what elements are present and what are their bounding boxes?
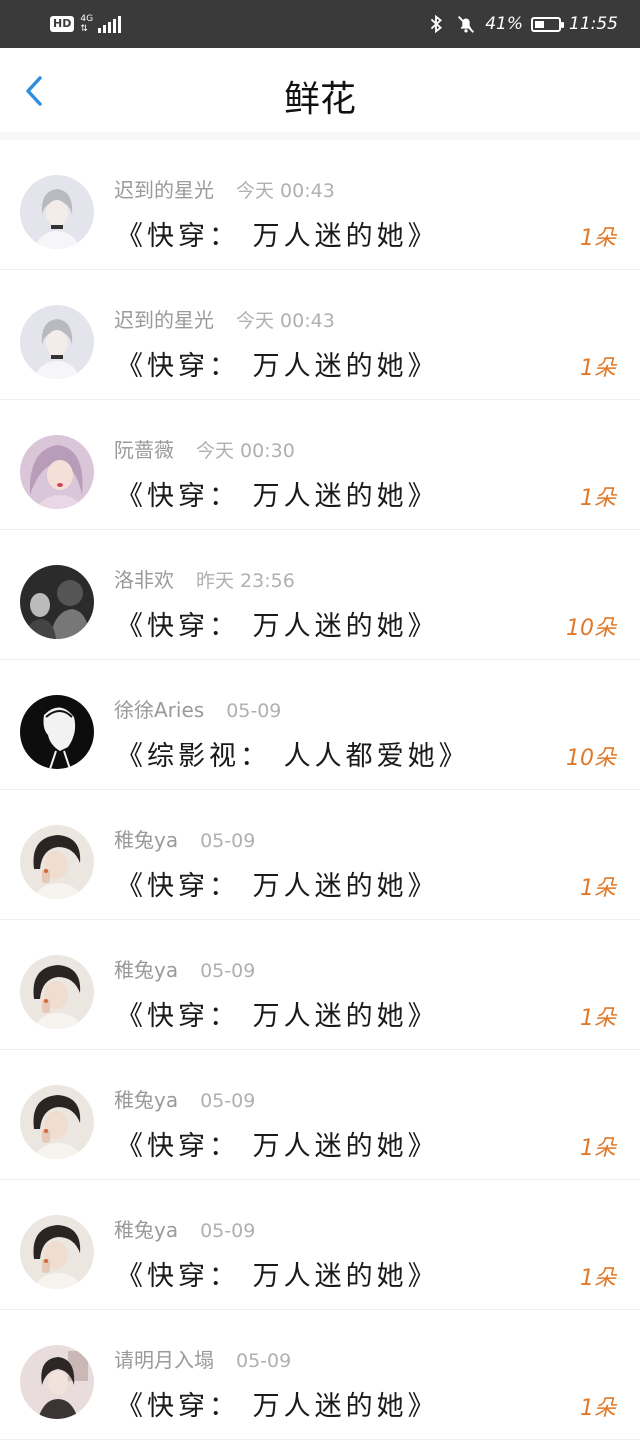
- bluetooth-icon: [431, 14, 443, 34]
- flower-list-item-4[interactable]: 洛非欢 昨天 23:56 《快穿： 万人迷的她》 10朵: [0, 530, 640, 660]
- send-time: 05-09: [200, 1220, 256, 1242]
- flower-count: 10朵: [566, 616, 616, 641]
- bell-muted-icon: [458, 16, 475, 33]
- book-title[interactable]: 《快穿： 万人迷的她》: [116, 864, 439, 903]
- flower-list-item-2[interactable]: 迟到的星光 今天 00:43 《快穿： 万人迷的她》 1朵: [0, 270, 640, 400]
- book-title[interactable]: 《快穿： 万人迷的她》: [116, 474, 439, 513]
- avatar[interactable]: [20, 1085, 94, 1159]
- send-time: 05-09: [200, 1090, 256, 1112]
- avatar-girl-photo: [20, 1215, 94, 1289]
- flower-count: 1朵: [580, 1136, 616, 1161]
- item-meta: 稚兔ya 05-09: [114, 1214, 255, 1243]
- book-title[interactable]: 《快穿： 万人迷的她》: [116, 1124, 439, 1163]
- nav-header: 鲜花: [0, 48, 640, 132]
- avatar-boy-1: [20, 305, 94, 379]
- flower-list-item-6[interactable]: 稚兔ya 05-09 《快穿： 万人迷的她》 1朵: [0, 790, 640, 920]
- user-name[interactable]: 稚兔ya: [114, 828, 178, 852]
- clock: 11:55: [569, 14, 618, 34]
- book-title[interactable]: 《快穿： 万人迷的她》: [116, 1384, 439, 1423]
- item-meta: 请明月入塌 05-09: [114, 1344, 291, 1373]
- battery-icon: [531, 16, 564, 32]
- flower-count: 1朵: [580, 356, 616, 381]
- flower-count: 1朵: [580, 226, 616, 251]
- item-meta: 洛非欢 昨天 23:56: [114, 564, 295, 593]
- item-meta: 阮蔷薇 今天 00:30: [114, 434, 295, 463]
- battery-fill: [535, 20, 544, 28]
- flower-count: 1朵: [580, 1396, 616, 1421]
- book-title[interactable]: 《快穿： 万人迷的她》: [116, 344, 439, 383]
- flower-count: 10朵: [566, 746, 616, 771]
- network-indicator: 4G ⇅: [80, 14, 94, 34]
- avatar[interactable]: [20, 305, 94, 379]
- flower-list-item-10[interactable]: 请明月入塌 05-09 《快穿： 万人迷的她》 1朵: [0, 1310, 640, 1440]
- user-name[interactable]: 迟到的星光: [114, 178, 214, 202]
- avatar-black-sketch: [20, 695, 94, 769]
- flower-list-item-9[interactable]: 稚兔ya 05-09 《快穿： 万人迷的她》 1朵: [0, 1180, 640, 1310]
- avatar[interactable]: [20, 825, 94, 899]
- page-title: 鲜花: [283, 79, 356, 120]
- user-name[interactable]: 迟到的星光: [114, 308, 214, 332]
- flower-list-item-3[interactable]: 阮蔷薇 今天 00:30 《快穿： 万人迷的她》 1朵: [0, 400, 640, 530]
- avatar-boy-1: [20, 175, 94, 249]
- send-time: 05-09: [200, 830, 256, 852]
- list-top-spacer: [0, 132, 640, 140]
- send-time: 05-09: [236, 1350, 292, 1372]
- flower-list-item-1[interactable]: 迟到的星光 今天 00:43 《快穿： 万人迷的她》 1朵: [0, 140, 640, 270]
- item-meta: 稚兔ya 05-09: [114, 824, 255, 853]
- user-name[interactable]: 洛非欢: [114, 568, 174, 592]
- network-type: 4G: [80, 14, 94, 24]
- send-time: 05-09: [226, 700, 282, 722]
- send-time: 今天 00:43: [236, 310, 335, 332]
- flower-count: 1朵: [580, 1266, 616, 1291]
- avatar[interactable]: [20, 175, 94, 249]
- send-time: 05-09: [200, 960, 256, 982]
- user-name[interactable]: 稚兔ya: [114, 1218, 178, 1242]
- avatar[interactable]: [20, 955, 94, 1029]
- avatar[interactable]: [20, 1345, 94, 1419]
- status-bar: HD 4G ⇅ 41% 11:55: [0, 0, 640, 48]
- avatar-girl-room: [20, 1345, 94, 1419]
- avatar-girl-photo: [20, 955, 94, 1029]
- flower-list-item-8[interactable]: 稚兔ya 05-09 《快穿： 万人迷的她》 1朵: [0, 1050, 640, 1180]
- avatar[interactable]: [20, 1215, 94, 1289]
- item-meta: 稚兔ya 05-09: [114, 954, 255, 983]
- send-time: 今天 00:43: [236, 180, 335, 202]
- user-name[interactable]: 请明月入塌: [114, 1348, 214, 1372]
- avatar-dark-photo: [20, 565, 94, 639]
- item-meta: 迟到的星光 今天 00:43: [114, 304, 335, 333]
- avatar[interactable]: [20, 435, 94, 509]
- book-title[interactable]: 《快穿： 万人迷的她》: [116, 214, 439, 253]
- data-arrows-icon: ⇅: [80, 24, 88, 34]
- item-meta: 徐徐Aries 05-09: [114, 694, 281, 723]
- flower-list: 迟到的星光 今天 00:43 《快穿： 万人迷的她》 1朵 迟到的星光 今天 00:…: [0, 132, 640, 1440]
- avatar[interactable]: [20, 695, 94, 769]
- send-time: 今天 00:30: [196, 440, 295, 462]
- hd-badge: HD: [50, 16, 75, 32]
- book-title[interactable]: 《综影视： 人人都爱她》: [116, 734, 470, 773]
- avatar-girl-photo: [20, 825, 94, 899]
- flower-count: 1朵: [580, 876, 616, 901]
- flower-list-item-5[interactable]: 徐徐Aries 05-09 《综影视： 人人都爱她》 10朵: [0, 660, 640, 790]
- signal-icon: [98, 15, 122, 33]
- flower-count: 1朵: [580, 1006, 616, 1031]
- avatar-girl-photo: [20, 1085, 94, 1159]
- avatar-girl-pink: [20, 435, 94, 509]
- book-title[interactable]: 《快穿： 万人迷的她》: [116, 994, 439, 1033]
- book-title[interactable]: 《快穿： 万人迷的她》: [116, 1254, 439, 1293]
- item-meta: 迟到的星光 今天 00:43: [114, 174, 335, 203]
- user-name[interactable]: 稚兔ya: [114, 1088, 178, 1112]
- user-name[interactable]: 徐徐Aries: [114, 698, 204, 722]
- book-title[interactable]: 《快穿： 万人迷的她》: [116, 604, 439, 643]
- send-time: 昨天 23:56: [196, 570, 295, 592]
- user-name[interactable]: 稚兔ya: [114, 958, 178, 982]
- battery-percent: 41%: [485, 14, 523, 34]
- user-name[interactable]: 阮蔷薇: [114, 438, 174, 462]
- status-left: HD 4G ⇅: [50, 14, 122, 34]
- status-right: 41% 11:55: [425, 13, 618, 35]
- avatar[interactable]: [20, 565, 94, 639]
- flower-count: 1朵: [580, 486, 616, 511]
- flower-list-item-7[interactable]: 稚兔ya 05-09 《快穿： 万人迷的她》 1朵: [0, 920, 640, 1050]
- item-meta: 稚兔ya 05-09: [114, 1084, 255, 1113]
